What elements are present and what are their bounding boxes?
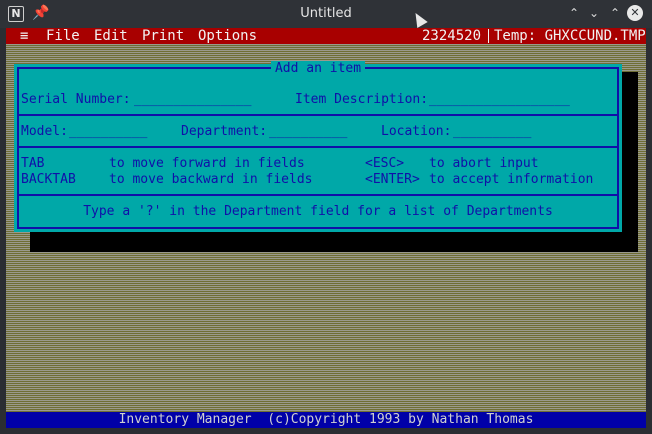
menu-options[interactable]: Options	[198, 28, 257, 44]
dialog-title-text: Add an item	[270, 61, 366, 76]
help-enter-key: <ENTER>	[365, 172, 420, 187]
model-field[interactable]: __________	[69, 125, 147, 139]
help-esc-text: to abort input	[429, 156, 539, 171]
menu-edit[interactable]: Edit	[94, 28, 128, 44]
close-icon[interactable]: ✕	[627, 5, 643, 21]
dos-screen: ≡ File Edit Print Options 2324520 Temp: …	[6, 28, 646, 428]
item-description-field[interactable]: __________________	[429, 93, 570, 107]
maximize-icon[interactable]: ⌃	[566, 5, 582, 21]
window-title: Untitled	[300, 6, 352, 21]
model-label: Model:	[21, 124, 68, 139]
status-bar: Inventory Manager (c)Copyright 1993 by N…	[6, 412, 646, 428]
help-tab-key: TAB	[21, 156, 45, 171]
menu-separator	[488, 29, 489, 43]
department-field[interactable]: __________	[269, 125, 347, 139]
dialog-shadow-right	[622, 72, 638, 252]
restore-icon[interactable]: ⌃	[607, 5, 623, 21]
menu-print[interactable]: Print	[142, 28, 184, 44]
dialog-divider	[19, 146, 617, 148]
department-hint: Type a '?' in the Department field for a…	[83, 204, 553, 219]
serial-number-label: Serial Number:	[21, 92, 131, 107]
system-menu-icon[interactable]: ≡	[20, 28, 28, 44]
dialog-divider	[19, 114, 617, 116]
window-titlebar: N 📌 Untitled ⌃ ⌄ ⌃ ✕	[0, 0, 652, 28]
location-field[interactable]: __________	[453, 125, 531, 139]
help-esc-key: <ESC>	[365, 156, 405, 171]
add-item-dialog: Add an item Serial Number: _____________…	[14, 61, 622, 232]
location-label: Location:	[381, 124, 452, 139]
help-backtab-text: to move backward in fields	[109, 172, 313, 187]
dialog-shadow-bottom	[30, 232, 638, 252]
dialog-divider	[19, 194, 617, 196]
serial-number-field[interactable]: _______________	[134, 93, 251, 107]
temp-file-label: Temp: GHXCCUND.TMP	[494, 28, 646, 44]
minimize-icon[interactable]: ⌄	[586, 5, 602, 21]
dialog-title: Add an item	[14, 61, 622, 76]
help-enter-text: to accept information	[429, 172, 594, 187]
department-label: Department:	[181, 124, 268, 139]
help-tab-text: to move forward in fields	[109, 156, 305, 171]
help-backtab-key: BACKTAB	[21, 172, 76, 187]
menu-file[interactable]: File	[46, 28, 80, 44]
menu-bar: ≡ File Edit Print Options 2324520 Temp: …	[6, 28, 646, 44]
item-description-label: Item Description:	[295, 92, 429, 107]
record-number: 2324520	[422, 28, 482, 44]
